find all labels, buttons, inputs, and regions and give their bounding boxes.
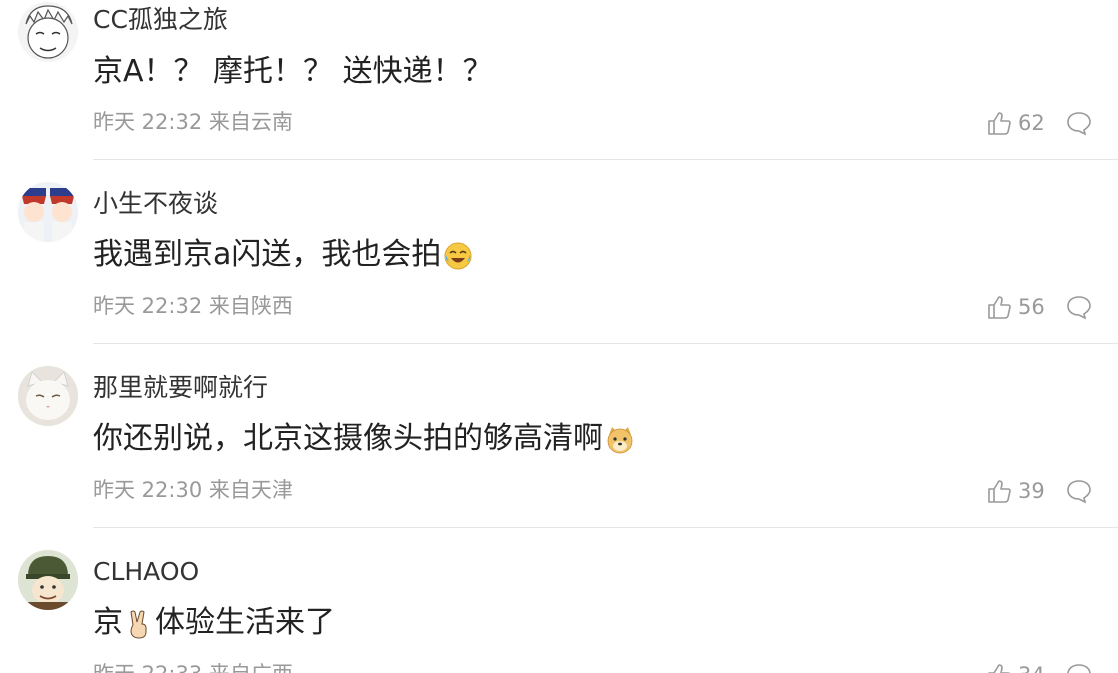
reply-button[interactable] (1066, 294, 1092, 320)
avatar[interactable] (18, 182, 78, 242)
soldier-cartoon-avatar-icon (18, 550, 78, 610)
reply-button[interactable] (1066, 478, 1092, 504)
avatar[interactable] (18, 366, 78, 426)
comment-item: 那里就要啊就行 你还别说，北京这摄像头拍的够高清啊 昨天 22:30 来自天津 … (0, 344, 1118, 528)
thumbs-up-icon (988, 480, 1011, 503)
comment-meta: 昨天 22:32 来自陕西 (93, 296, 293, 317)
comment-bubble-icon (1067, 664, 1091, 673)
comment-location: 来自云南 (208, 110, 293, 134)
reply-button[interactable] (1066, 110, 1092, 136)
comment-location: 来自广西 (209, 662, 293, 673)
comment-text-body: 我遇到京a闪送，我也会拍 (93, 237, 442, 272)
comment-item: CLHAOO 京 体验生活来了 昨天 22:33 来自广西 34 (0, 528, 1118, 673)
sketch-face-avatar-icon (18, 2, 78, 62)
comment-time: 昨天 22:30 (93, 478, 203, 502)
comment-bubble-icon (1067, 296, 1091, 320)
comment-text: 京 体验生活来了 (93, 608, 335, 639)
comment-text-prefix: 京 (93, 605, 123, 640)
victory-hand-icon (130, 610, 147, 639)
like-button[interactable]: 34 (986, 662, 1045, 673)
like-button[interactable]: 39 (986, 478, 1045, 504)
thumbs-up-icon (988, 112, 1011, 135)
like-count: 62 (1018, 111, 1045, 135)
comment-location: 来自陕西 (208, 294, 293, 318)
anime-characters-avatar-icon (18, 182, 78, 242)
username[interactable]: CLHAOO (93, 559, 199, 584)
comment-bubble-icon (1067, 480, 1091, 504)
thumbs-up-icon (988, 664, 1010, 673)
laughing-crying-emoji (443, 241, 473, 271)
like-button[interactable]: 56 (986, 294, 1045, 320)
avatar[interactable] (18, 550, 78, 610)
comment-meta: 昨天 22:32 来自云南 (93, 112, 293, 133)
comment-item: CC孤独之旅 京A！？ 摩托！？ 送快递！？ 昨天 22:32 来自云南 62 (0, 0, 1118, 160)
comment-meta: 昨天 22:33 来自广西 (93, 664, 293, 673)
comment-text-body: 你还别说，北京这摄像头拍的够高清啊 (93, 421, 603, 456)
reply-button[interactable] (1066, 662, 1092, 673)
doge-emoji (605, 425, 635, 455)
comment-time: 昨天 22:33 (93, 662, 202, 673)
comment-time: 昨天 22:32 (93, 294, 203, 318)
thumbs-up-icon (988, 296, 1011, 319)
comment-meta: 昨天 22:30 来自天津 (93, 480, 293, 501)
comment-time: 昨天 22:32 (93, 110, 203, 134)
like-count: 34 (1018, 663, 1045, 673)
comment-text: 京A！？ 摩托！？ 送快递！？ (93, 54, 493, 89)
victory-hand-emoji (124, 609, 154, 639)
username[interactable]: 那里就要啊就行 (93, 375, 268, 400)
comment-item: 小生不夜谈 我遇到京a闪送，我也会拍 昨天 22:32 来自陕西 56 (0, 160, 1118, 344)
avatar[interactable] (18, 2, 78, 62)
like-count: 56 (1018, 295, 1045, 319)
like-button[interactable]: 62 (986, 110, 1045, 136)
comment-bubble-icon (1067, 112, 1091, 136)
laughing-crying-icon (444, 242, 472, 269)
username[interactable]: 小生不夜谈 (93, 191, 218, 216)
like-count: 39 (1018, 479, 1045, 503)
comment-text: 你还别说，北京这摄像头拍的够高清啊 (93, 424, 635, 455)
white-cat-avatar-icon (18, 366, 78, 426)
doge-icon (607, 426, 633, 453)
comment-text-body: 体验生活来了 (155, 605, 335, 640)
comment-text: 我遇到京a闪送，我也会拍 (93, 240, 473, 271)
comment-location: 来自天津 (208, 478, 293, 502)
username[interactable]: CC孤独之旅 (93, 7, 228, 32)
